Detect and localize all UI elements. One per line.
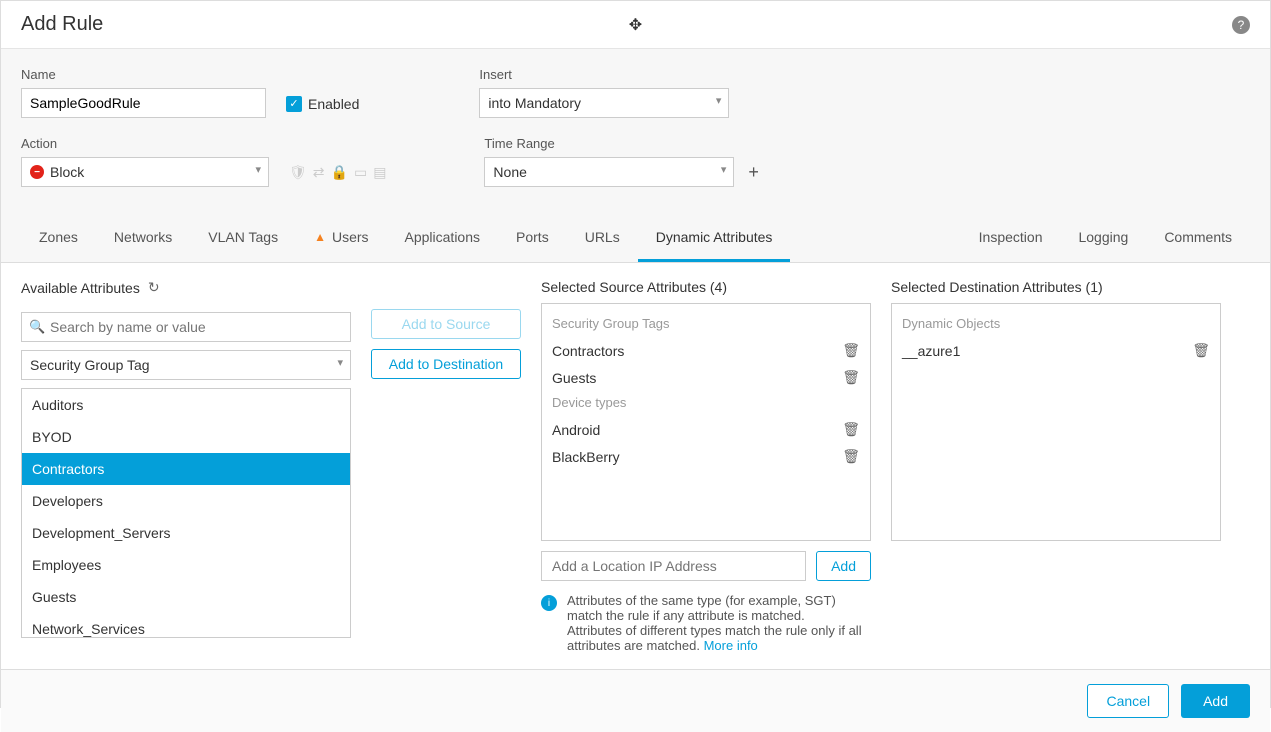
dialog-title: Add Rule xyxy=(21,13,103,36)
tab-dynamic-attributes[interactable]: Dynamic Attributes xyxy=(638,215,791,262)
name-input[interactable] xyxy=(21,88,266,118)
attribute-list[interactable]: AuditorsBYODContractorsDevelopersDevelop… xyxy=(21,388,351,638)
location-ip-input[interactable] xyxy=(541,551,806,581)
attribute-type-select[interactable]: Security Group Tag xyxy=(21,350,351,380)
available-header: Available Attributes xyxy=(21,280,140,296)
tab-urls[interactable]: URLs xyxy=(567,215,638,262)
refresh-icon[interactable]: ↻ xyxy=(148,279,160,296)
info-icon: i xyxy=(541,595,557,611)
list-item[interactable]: Contractors xyxy=(22,453,350,485)
selected-item: BlackBerry🗑 xyxy=(552,443,860,470)
timerange-label: Time Range xyxy=(484,136,759,151)
source-attributes-box: Security Group Tags Contractors🗑Guests🗑 De… xyxy=(541,303,871,541)
list-item[interactable]: Development_Servers xyxy=(22,517,350,549)
add-to-source-button[interactable]: Add to Source xyxy=(371,309,521,339)
tab-inspection[interactable]: Inspection xyxy=(961,215,1061,262)
add-location-button[interactable]: Add xyxy=(816,551,871,581)
tab-networks[interactable]: Networks xyxy=(96,215,190,262)
timerange-select[interactable]: None xyxy=(484,157,734,187)
dest-header: Selected Destination Attributes (1) xyxy=(891,279,1103,295)
image-icon: ▭ xyxy=(354,164,367,181)
action-select[interactable]: Block xyxy=(21,157,269,187)
dest-attributes-box: Dynamic Objects __azure1🗑 xyxy=(891,303,1221,541)
selected-item: Guests🗑 xyxy=(552,364,860,391)
trash-icon[interactable]: 🗑 xyxy=(842,448,860,465)
insert-select[interactable]: into Mandatory xyxy=(479,88,729,118)
group-label: Security Group Tags xyxy=(552,316,860,331)
add-to-destination-button[interactable]: Add to Destination xyxy=(371,349,521,379)
search-input[interactable] xyxy=(21,312,351,342)
add-timerange-icon[interactable]: + xyxy=(748,162,759,183)
trash-icon[interactable]: 🗑 xyxy=(1192,342,1210,359)
list-item[interactable]: Employees xyxy=(22,549,350,581)
flow-icon: ⇄ xyxy=(313,164,325,181)
search-icon: 🔍 xyxy=(29,319,45,335)
tab-zones[interactable]: Zones xyxy=(21,215,96,262)
action-label: Action xyxy=(21,136,269,151)
trash-icon[interactable]: 🗑 xyxy=(842,342,860,359)
source-header: Selected Source Attributes (4) xyxy=(541,279,727,295)
tab-applications[interactable]: Applications xyxy=(387,215,499,262)
list-item[interactable]: BYOD xyxy=(22,421,350,453)
info-text-1: Attributes of the same type (for example… xyxy=(567,593,836,623)
group-label: Device types xyxy=(552,395,860,410)
trash-icon[interactable]: 🗑 xyxy=(842,369,860,386)
list-item[interactable]: Network_Services xyxy=(22,613,350,638)
insert-label: Insert xyxy=(479,67,729,82)
selected-item: Android🗑 xyxy=(552,416,860,443)
list-icon: ▤ xyxy=(373,164,386,181)
trash-icon[interactable]: 🗑 xyxy=(842,421,860,438)
add-button[interactable]: Add xyxy=(1181,684,1250,718)
tab-vlan-tags[interactable]: VLAN Tags xyxy=(190,215,296,262)
selected-item: __azure1🗑 xyxy=(902,337,1210,364)
enabled-label: Enabled xyxy=(308,96,359,112)
tab-logging[interactable]: Logging xyxy=(1060,215,1146,262)
tab-comments[interactable]: Comments xyxy=(1146,215,1250,262)
selected-item: Contractors🗑 xyxy=(552,337,860,364)
move-icon[interactable]: ✥ xyxy=(629,15,642,35)
help-icon[interactable]: ? xyxy=(1232,16,1250,34)
list-item[interactable]: Auditors xyxy=(22,389,350,421)
list-item[interactable]: Guests xyxy=(22,581,350,613)
tab-ports[interactable]: Ports xyxy=(498,215,567,262)
tab-users[interactable]: Users xyxy=(296,215,386,262)
name-label: Name xyxy=(21,67,266,82)
more-info-link[interactable]: More info xyxy=(704,638,758,653)
block-icon xyxy=(30,165,44,179)
list-item[interactable]: Developers xyxy=(22,485,350,517)
action-policy-icons: 🛡 ⇄ 🔒 ▭ ▤ xyxy=(289,158,386,187)
enabled-checkbox[interactable]: ✓ xyxy=(286,96,302,112)
cancel-button[interactable]: Cancel xyxy=(1087,684,1169,718)
shield-icon: 🛡 xyxy=(289,164,307,181)
lock-icon: 🔒 xyxy=(331,164,348,181)
group-label: Dynamic Objects xyxy=(902,316,1210,331)
